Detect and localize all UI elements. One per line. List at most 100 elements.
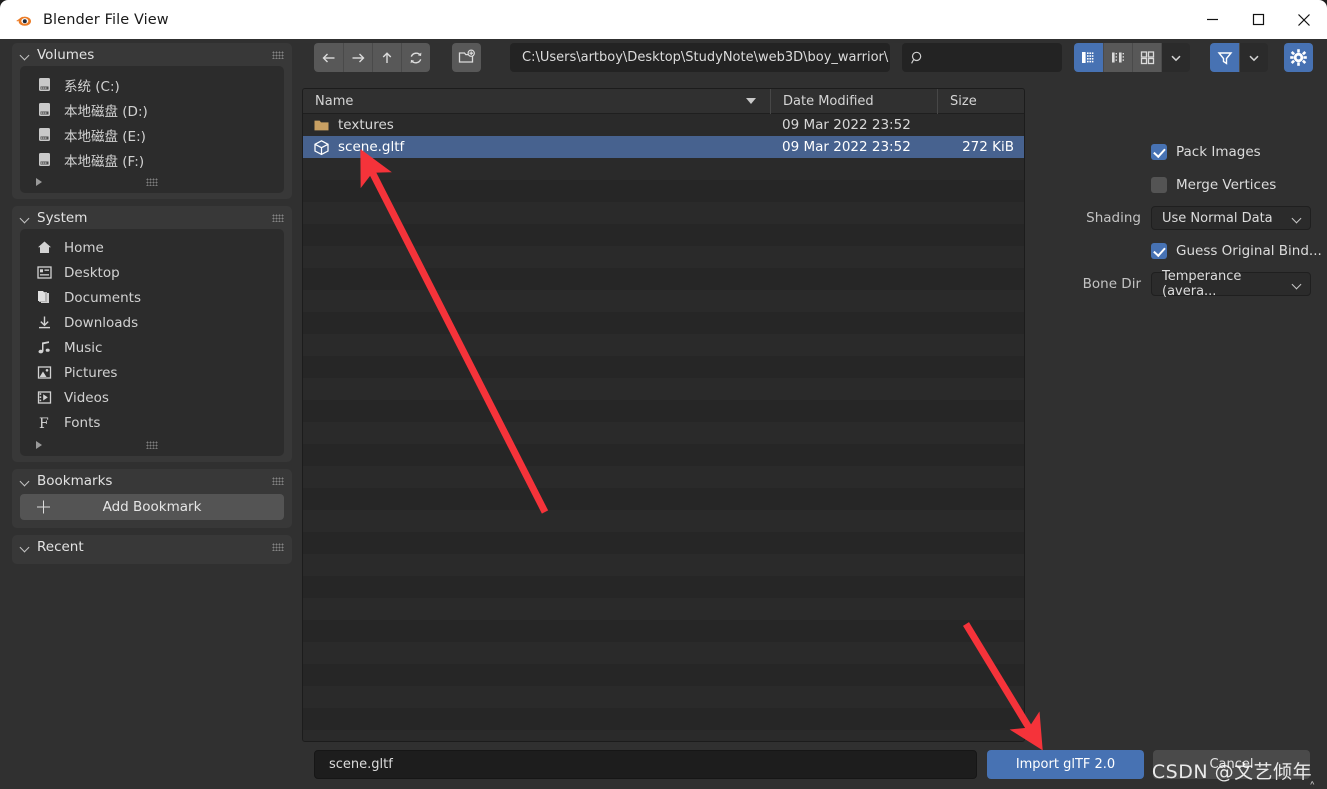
sidebar-item-pictures[interactable]: Pictures: [20, 360, 284, 385]
empty-row[interactable]: [303, 686, 1024, 708]
path-input[interactable]: C:\Users\artboy\Desktop\StudyNote\web3D\…: [510, 43, 890, 72]
new-folder-group: [452, 43, 481, 72]
empty-row[interactable]: [303, 532, 1024, 554]
panel-recent-header[interactable]: Recent: [12, 535, 292, 558]
filter-dropdown-button[interactable]: [1239, 43, 1268, 72]
empty-row[interactable]: [303, 510, 1024, 532]
empty-row[interactable]: [303, 598, 1024, 620]
empty-row[interactable]: [303, 664, 1024, 686]
sidebar-item-home[interactable]: Home: [20, 235, 284, 260]
panel-system-header[interactable]: System: [12, 206, 292, 229]
option-pack-images: Pack Images: [1033, 140, 1327, 164]
empty-row[interactable]: [303, 488, 1024, 510]
display-horizontal-list-button[interactable]: [1103, 43, 1132, 72]
table-row[interactable]: scene.gltf 09 Mar 2022 23:52 272 KiB: [303, 136, 1024, 158]
empty-row[interactable]: [303, 400, 1024, 422]
back-button[interactable]: [314, 43, 343, 72]
empty-row[interactable]: [303, 334, 1024, 356]
bone-dir-dropdown[interactable]: Temperance (avera...: [1151, 269, 1311, 299]
forward-button[interactable]: [343, 43, 372, 72]
empty-row[interactable]: [303, 576, 1024, 598]
file-list-header: Name Date Modified Size: [303, 89, 1024, 114]
filter-button[interactable]: [1210, 43, 1239, 72]
empty-row[interactable]: [303, 554, 1024, 576]
add-bookmark-button[interactable]: Add Bookmark: [20, 494, 284, 520]
panel-recent-title: Recent: [37, 538, 84, 555]
parent-directory-button[interactable]: [372, 43, 401, 72]
maximize-button[interactable]: [1235, 0, 1281, 39]
empty-row[interactable]: [303, 730, 1024, 741]
option-pack-images-control[interactable]: Pack Images: [1151, 144, 1327, 160]
display-vertical-list-button[interactable]: [1074, 43, 1103, 72]
empty-row[interactable]: [303, 356, 1024, 378]
sort-descending-icon[interactable]: [746, 97, 756, 104]
shading-dropdown[interactable]: Use Normal Data: [1151, 206, 1311, 230]
empty-row[interactable]: [303, 180, 1024, 202]
search-input[interactable]: [902, 43, 1062, 72]
empty-row[interactable]: [303, 158, 1024, 180]
guess-original-bind-checkbox[interactable]: [1151, 243, 1167, 259]
resize-grip-icon[interactable]: [146, 178, 158, 186]
sidebar-item-drive-d[interactable]: 本地磁盘 (D:): [20, 97, 284, 122]
empty-row[interactable]: [303, 642, 1024, 664]
empty-row[interactable]: [303, 224, 1024, 246]
file-browser[interactable]: Name Date Modified Size textures 09 Mar …: [302, 88, 1025, 742]
pack-images-checkbox[interactable]: [1151, 144, 1167, 160]
mesh-object-icon: [313, 139, 330, 156]
empty-row[interactable]: [303, 466, 1024, 488]
panel-bookmarks-header[interactable]: Bookmarks: [12, 469, 292, 492]
sidebar-item-drive-e[interactable]: 本地磁盘 (E:): [20, 122, 284, 147]
panel-grip-icon[interactable]: [272, 214, 284, 222]
empty-row[interactable]: [303, 708, 1024, 730]
panel-volumes-header[interactable]: Volumes: [12, 43, 292, 66]
refresh-button[interactable]: [401, 43, 430, 72]
sidebar-item-drive-f[interactable]: 本地磁盘 (F:): [20, 147, 284, 172]
sidebar-item-music[interactable]: Music: [20, 335, 284, 360]
table-row[interactable]: textures 09 Mar 2022 23:52: [303, 114, 1024, 136]
sidebar-item-downloads[interactable]: Downloads: [20, 310, 284, 335]
option-guess-bind-control[interactable]: Guess Original Bind...: [1151, 243, 1327, 259]
cancel-button[interactable]: Cancel: [1153, 750, 1310, 779]
sidebar-item-desktop[interactable]: Desktop: [20, 260, 284, 285]
expand-triangle-icon[interactable]: [36, 440, 42, 449]
empty-row[interactable]: [303, 378, 1024, 400]
merge-vertices-checkbox[interactable]: [1151, 177, 1167, 193]
display-thumbnails-button[interactable]: [1132, 43, 1161, 72]
drive-icon: [36, 101, 53, 118]
option-merge-vertices-control[interactable]: Merge Vertices: [1151, 177, 1327, 193]
display-mode-dropdown-button[interactable]: [1161, 43, 1190, 72]
option-shading-control: Use Normal Data: [1151, 206, 1327, 230]
empty-row[interactable]: [303, 620, 1024, 642]
panel-grip-icon[interactable]: [272, 543, 284, 551]
filename-input[interactable]: scene.gltf: [314, 750, 977, 779]
settings-button[interactable]: [1284, 43, 1313, 72]
expand-triangle-icon[interactable]: [36, 177, 42, 186]
import-gltf-button[interactable]: Import glTF 2.0: [987, 750, 1144, 779]
sidebar-item-label: Documents: [64, 289, 141, 306]
panel-grip-icon[interactable]: [272, 477, 284, 485]
sidebar-item-fonts[interactable]: F Fonts: [20, 410, 284, 435]
new-folder-button[interactable]: [452, 43, 481, 72]
sidebar-item-videos[interactable]: Videos: [20, 385, 284, 410]
music-note-icon: [36, 339, 53, 356]
empty-row[interactable]: [303, 290, 1024, 312]
sidebar-item-documents[interactable]: Documents: [20, 285, 284, 310]
blender-file-view-window: Blender File View Volumes 系统 (C:) 本地磁盘 (…: [0, 0, 1327, 789]
title-bar: Blender File View: [0, 0, 1327, 39]
empty-row[interactable]: [303, 422, 1024, 444]
empty-row[interactable]: [303, 444, 1024, 466]
minimize-button[interactable]: [1189, 0, 1235, 39]
column-header-name[interactable]: Name: [303, 89, 770, 114]
resize-grip-icon[interactable]: [146, 441, 158, 449]
column-header-date[interactable]: Date Modified: [770, 89, 937, 114]
option-bone-dir: Bone Dir Temperance (avera...: [1033, 269, 1327, 299]
empty-row[interactable]: [303, 268, 1024, 290]
documents-icon: [36, 289, 53, 306]
panel-grip-icon[interactable]: [272, 51, 284, 59]
close-button[interactable]: [1281, 0, 1327, 39]
empty-row[interactable]: [303, 312, 1024, 334]
empty-row[interactable]: [303, 246, 1024, 268]
empty-row[interactable]: [303, 202, 1024, 224]
sidebar-item-drive-c[interactable]: 系统 (C:): [20, 72, 284, 97]
column-header-size[interactable]: Size: [937, 89, 1024, 114]
